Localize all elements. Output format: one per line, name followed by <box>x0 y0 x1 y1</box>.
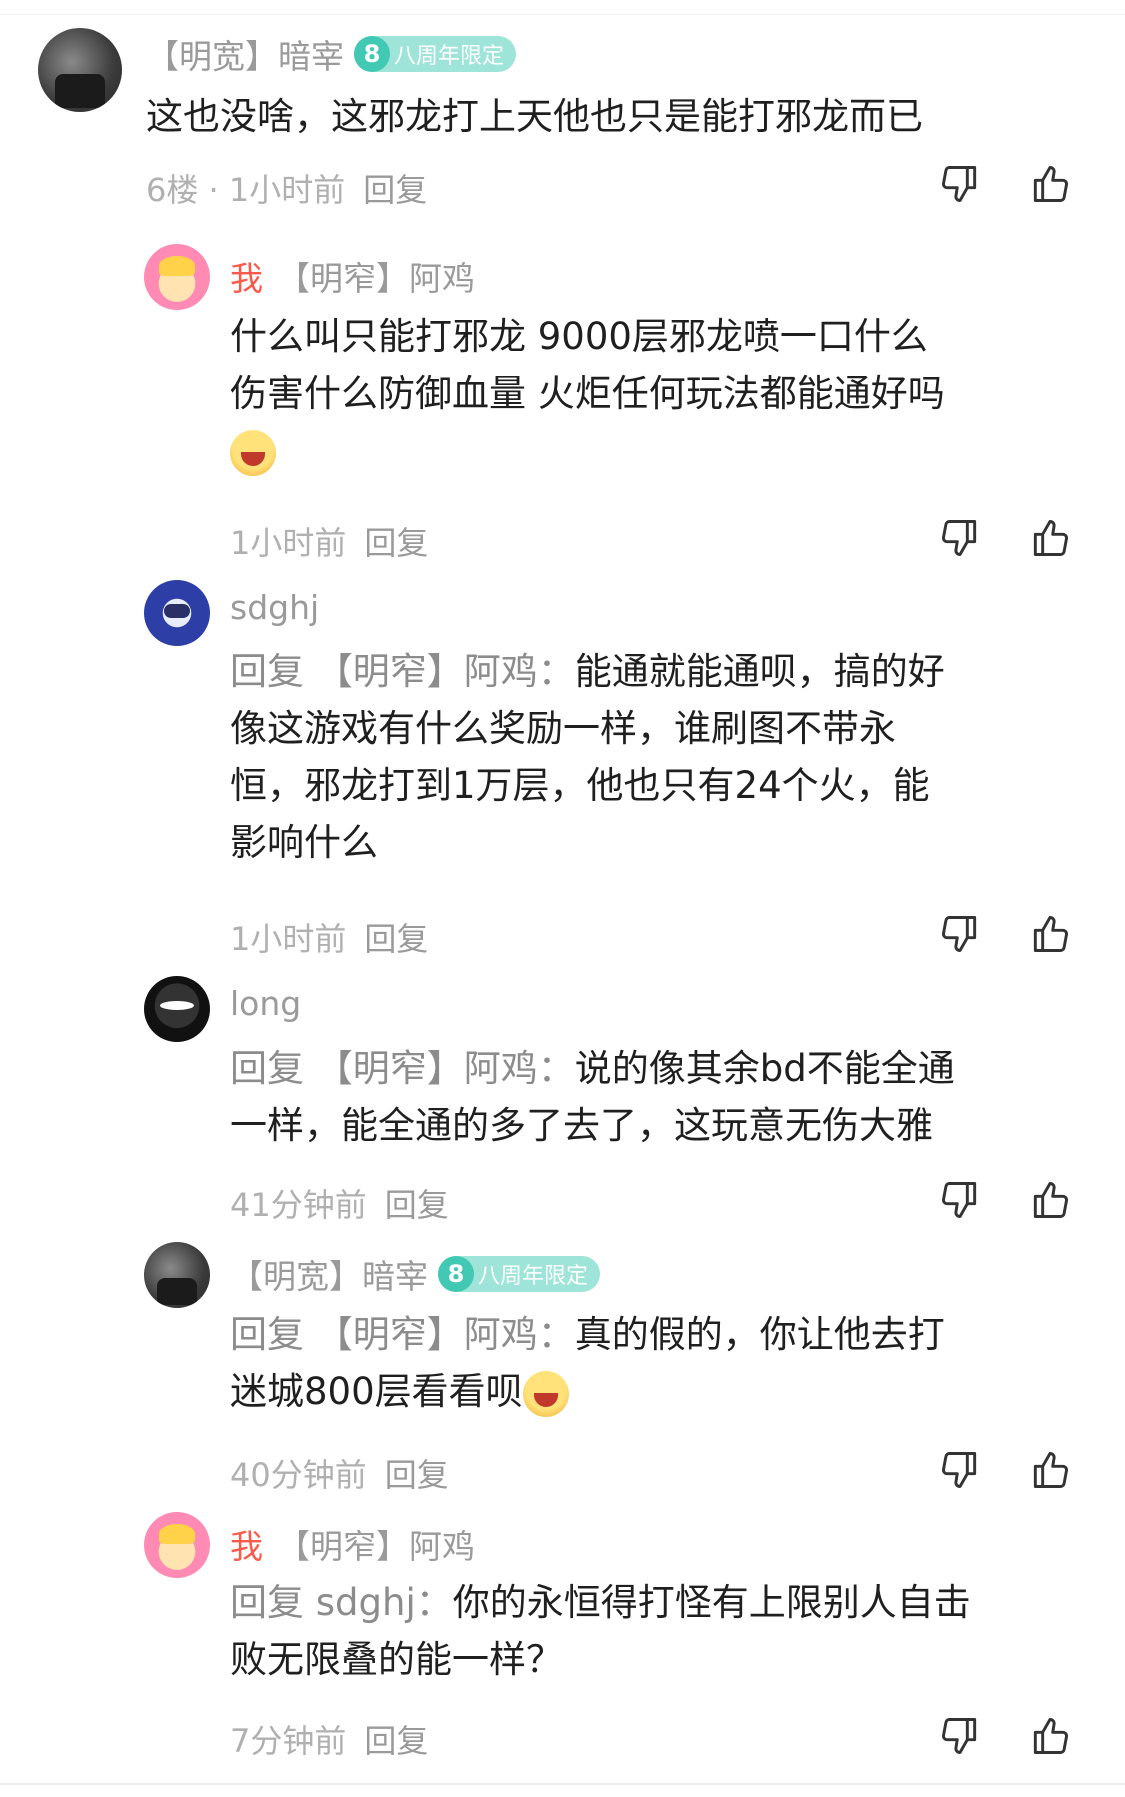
reply-button[interactable]: 回复 <box>363 171 427 209</box>
thumbs-down-icon[interactable] <box>938 516 982 560</box>
comment-meta: 40分钟前 回复 <box>230 1450 449 1496</box>
bottom-divider <box>0 1783 1125 1785</box>
comment-line: 一样，能全通的多了去了，这玩意无伤大雅 <box>230 1104 933 1147</box>
laughing-emoji-icon <box>230 429 276 476</box>
comment-text: 回复 【明窄】阿鸡：能通就能通呗，搞的好 像这游戏有什么奖励一样，谁刷图不带永 … <box>230 643 945 871</box>
anniversary-badge: 8 八周年限定 <box>354 36 517 72</box>
thumbs-up-icon[interactable] <box>1028 516 1072 560</box>
comment-text: 回复 【明窄】阿鸡：真的假的，你让他去打 迷城800层看看呗 <box>230 1306 945 1420</box>
comment-line: 影响什么 <box>230 821 378 864</box>
comment-line: 败无限叠的能一样？ <box>230 1638 563 1681</box>
top-divider <box>0 14 1125 15</box>
time: 1小时前 <box>230 920 347 958</box>
time: 40分钟前 <box>230 1456 367 1494</box>
avatar[interactable] <box>144 244 210 310</box>
comment-author-row: long <box>230 984 301 1023</box>
avatar[interactable] <box>144 580 210 646</box>
grinning-emoji-icon <box>522 1370 569 1417</box>
comment-line: 真的假的，你让他去打 <box>574 1313 945 1356</box>
reply-prefix[interactable]: 回复 【明窄】阿鸡： <box>230 1047 575 1090</box>
comment-line: 迷城800层看看呗 <box>230 1370 523 1413</box>
reply-prefix[interactable]: 回复 sdghj： <box>230 1581 453 1624</box>
author-name[interactable]: 【明宽】暗宰 <box>230 1250 428 1298</box>
time: 41分钟前 <box>230 1186 367 1224</box>
thumbs-up-icon[interactable] <box>1028 1714 1072 1758</box>
avatar[interactable] <box>144 1242 210 1308</box>
comment-text: 回复 sdghj：你的永恒得打怪有上限别人自击 败无限叠的能一样？ <box>230 1574 971 1688</box>
thumbs-down-icon[interactable] <box>938 1178 982 1222</box>
comment-author-row: 【明宽】暗宰 8 八周年限定 <box>146 30 517 78</box>
time: 7分钟前 <box>230 1722 347 1760</box>
reply-prefix[interactable]: 回复 【明窄】阿鸡： <box>230 650 575 693</box>
author-name[interactable]: sdghj <box>230 588 319 627</box>
thumbs-down-icon[interactable] <box>938 912 982 956</box>
thumbs-up-icon[interactable] <box>1028 1448 1072 1492</box>
comment-meta: 1小时前 回复 <box>230 518 428 564</box>
comment-line: 能通就能通呗，搞的好 <box>574 650 945 693</box>
reply-button[interactable]: 回复 <box>364 920 428 958</box>
reply-button[interactable]: 回复 <box>364 524 428 562</box>
me-label: 我 <box>230 259 263 298</box>
badge-number-icon: 8 <box>438 1256 474 1292</box>
comment-author-row: 【明宽】暗宰 8 八周年限定 <box>230 1250 601 1298</box>
author-name[interactable]: long <box>230 984 301 1023</box>
author-name[interactable]: 【明窄】阿鸡 <box>277 252 475 300</box>
comment-meta: 6楼 · 1小时前 回复 <box>146 165 427 211</box>
avatar[interactable] <box>38 28 122 112</box>
thumbs-up-icon[interactable] <box>1028 162 1072 206</box>
anniversary-badge: 8 八周年限定 <box>438 1256 601 1292</box>
comment-line: 像这游戏有什么奖励一样，谁刷图不带永 <box>230 707 896 750</box>
me-label: 我 <box>230 1527 263 1566</box>
comment-line: 什么叫只能打邪龙 9000层邪龙喷一口什么 <box>230 315 928 358</box>
badge-number-icon: 8 <box>354 36 390 72</box>
reply-button[interactable]: 回复 <box>385 1186 449 1224</box>
time: 1小时前 <box>230 524 347 562</box>
comment-line: 这也没啥，这邪龙打上天他也只是能打邪龙而已 <box>146 95 923 138</box>
comment-author-row: 我 【明窄】阿鸡 <box>230 1520 475 1568</box>
avatar[interactable] <box>144 1512 210 1578</box>
thumbs-down-icon[interactable] <box>938 162 982 206</box>
reply-prefix[interactable]: 回复 【明窄】阿鸡： <box>230 1313 575 1356</box>
comment-text: 回复 【明窄】阿鸡：说的像其余bd不能全通 一样，能全通的多了去了，这玩意无伤大… <box>230 1040 955 1154</box>
comment-author-row: sdghj <box>230 588 319 627</box>
reply-button[interactable]: 回复 <box>364 1722 428 1760</box>
comment-meta: 41分钟前 回复 <box>230 1180 449 1226</box>
thumbs-down-icon[interactable] <box>938 1448 982 1492</box>
comment-text: 这也没啥，这邪龙打上天他也只是能打邪龙而已 <box>146 88 923 145</box>
comment-meta: 1小时前 回复 <box>230 914 428 960</box>
badge-label: 八周年限定 <box>478 1264 589 1289</box>
thumbs-up-icon[interactable] <box>1028 1178 1072 1222</box>
reply-button[interactable]: 回复 <box>385 1456 449 1494</box>
comment-author-row: 我 【明窄】阿鸡 <box>230 252 475 300</box>
comment-line: 说的像其余bd不能全通 <box>574 1047 955 1090</box>
comment-text: 什么叫只能打邪龙 9000层邪龙喷一口什么 伤害什么防御血量 火炬任何玩法都能通… <box>230 308 945 479</box>
floor-time: 6楼 · 1小时前 <box>146 171 346 209</box>
thumbs-down-icon[interactable] <box>938 1714 982 1758</box>
author-name[interactable]: 【明宽】暗宰 <box>146 30 344 78</box>
avatar[interactable] <box>144 976 210 1042</box>
comment-line: 伤害什么防御血量 火炬任何玩法都能通好吗 <box>230 372 945 415</box>
thumbs-up-icon[interactable] <box>1028 912 1072 956</box>
badge-label: 八周年限定 <box>394 44 505 69</box>
author-name[interactable]: 【明窄】阿鸡 <box>277 1520 475 1568</box>
comment-line: 你的永恒得打怪有上限别人自击 <box>452 1581 971 1624</box>
comment-meta: 7分钟前 回复 <box>230 1716 428 1762</box>
comment-line: 恒，邪龙打到1万层，他也只有24个火，能 <box>230 764 930 807</box>
